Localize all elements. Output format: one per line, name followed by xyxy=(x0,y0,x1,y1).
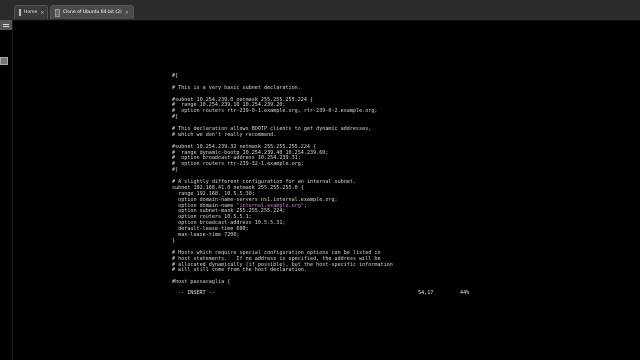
line-text: #} xyxy=(172,73,179,79)
line-text: ; xyxy=(303,202,307,209)
scroll-percent: 44% xyxy=(460,290,470,296)
vm-icon xyxy=(55,8,60,17)
line-text: # This is a very basic subnet declaratio… xyxy=(172,84,301,91)
close-icon[interactable]: × xyxy=(125,10,129,16)
line-text: } xyxy=(172,237,176,244)
line-text: #host passacaglia { xyxy=(172,279,231,286)
line-text: #} xyxy=(172,167,179,174)
tab-home-label: Home xyxy=(24,10,38,15)
window-tab-bar: Home × Clone of Ubuntu 64-bit (2) × xyxy=(0,0,640,21)
terminal-editor[interactable]: #} # This is a very basic subnet declarat… xyxy=(172,73,482,286)
home-icon xyxy=(19,9,21,16)
line-text: # option routers rtr-239-0-1.example.org… xyxy=(172,108,378,115)
line-text: #} xyxy=(172,114,179,121)
tab-vm[interactable]: Clone of Ubuntu 64-bit (2) × xyxy=(50,5,134,19)
tab-home[interactable]: Home × xyxy=(14,5,48,19)
line-text: # option routers rtr-239-32-1.example.or… xyxy=(172,161,304,168)
sidebar-collapse-icon[interactable] xyxy=(0,57,8,65)
close-icon[interactable]: × xyxy=(40,10,44,16)
sidebar-divider xyxy=(12,20,13,360)
line-text: # will still come from the host declarat… xyxy=(172,267,307,274)
menu-icon xyxy=(3,24,9,25)
editor-mode: -- INSERT -- xyxy=(178,290,215,296)
line-text: max-lease-time 7200; xyxy=(172,232,240,239)
tab-vm-label: Clone of Ubuntu 64-bit (2) xyxy=(62,10,122,15)
terminal-line: #host passacaglia { xyxy=(172,279,482,286)
cursor-position: 54,17 xyxy=(418,290,434,296)
line-text: # which we don't really recommend. xyxy=(172,131,277,138)
